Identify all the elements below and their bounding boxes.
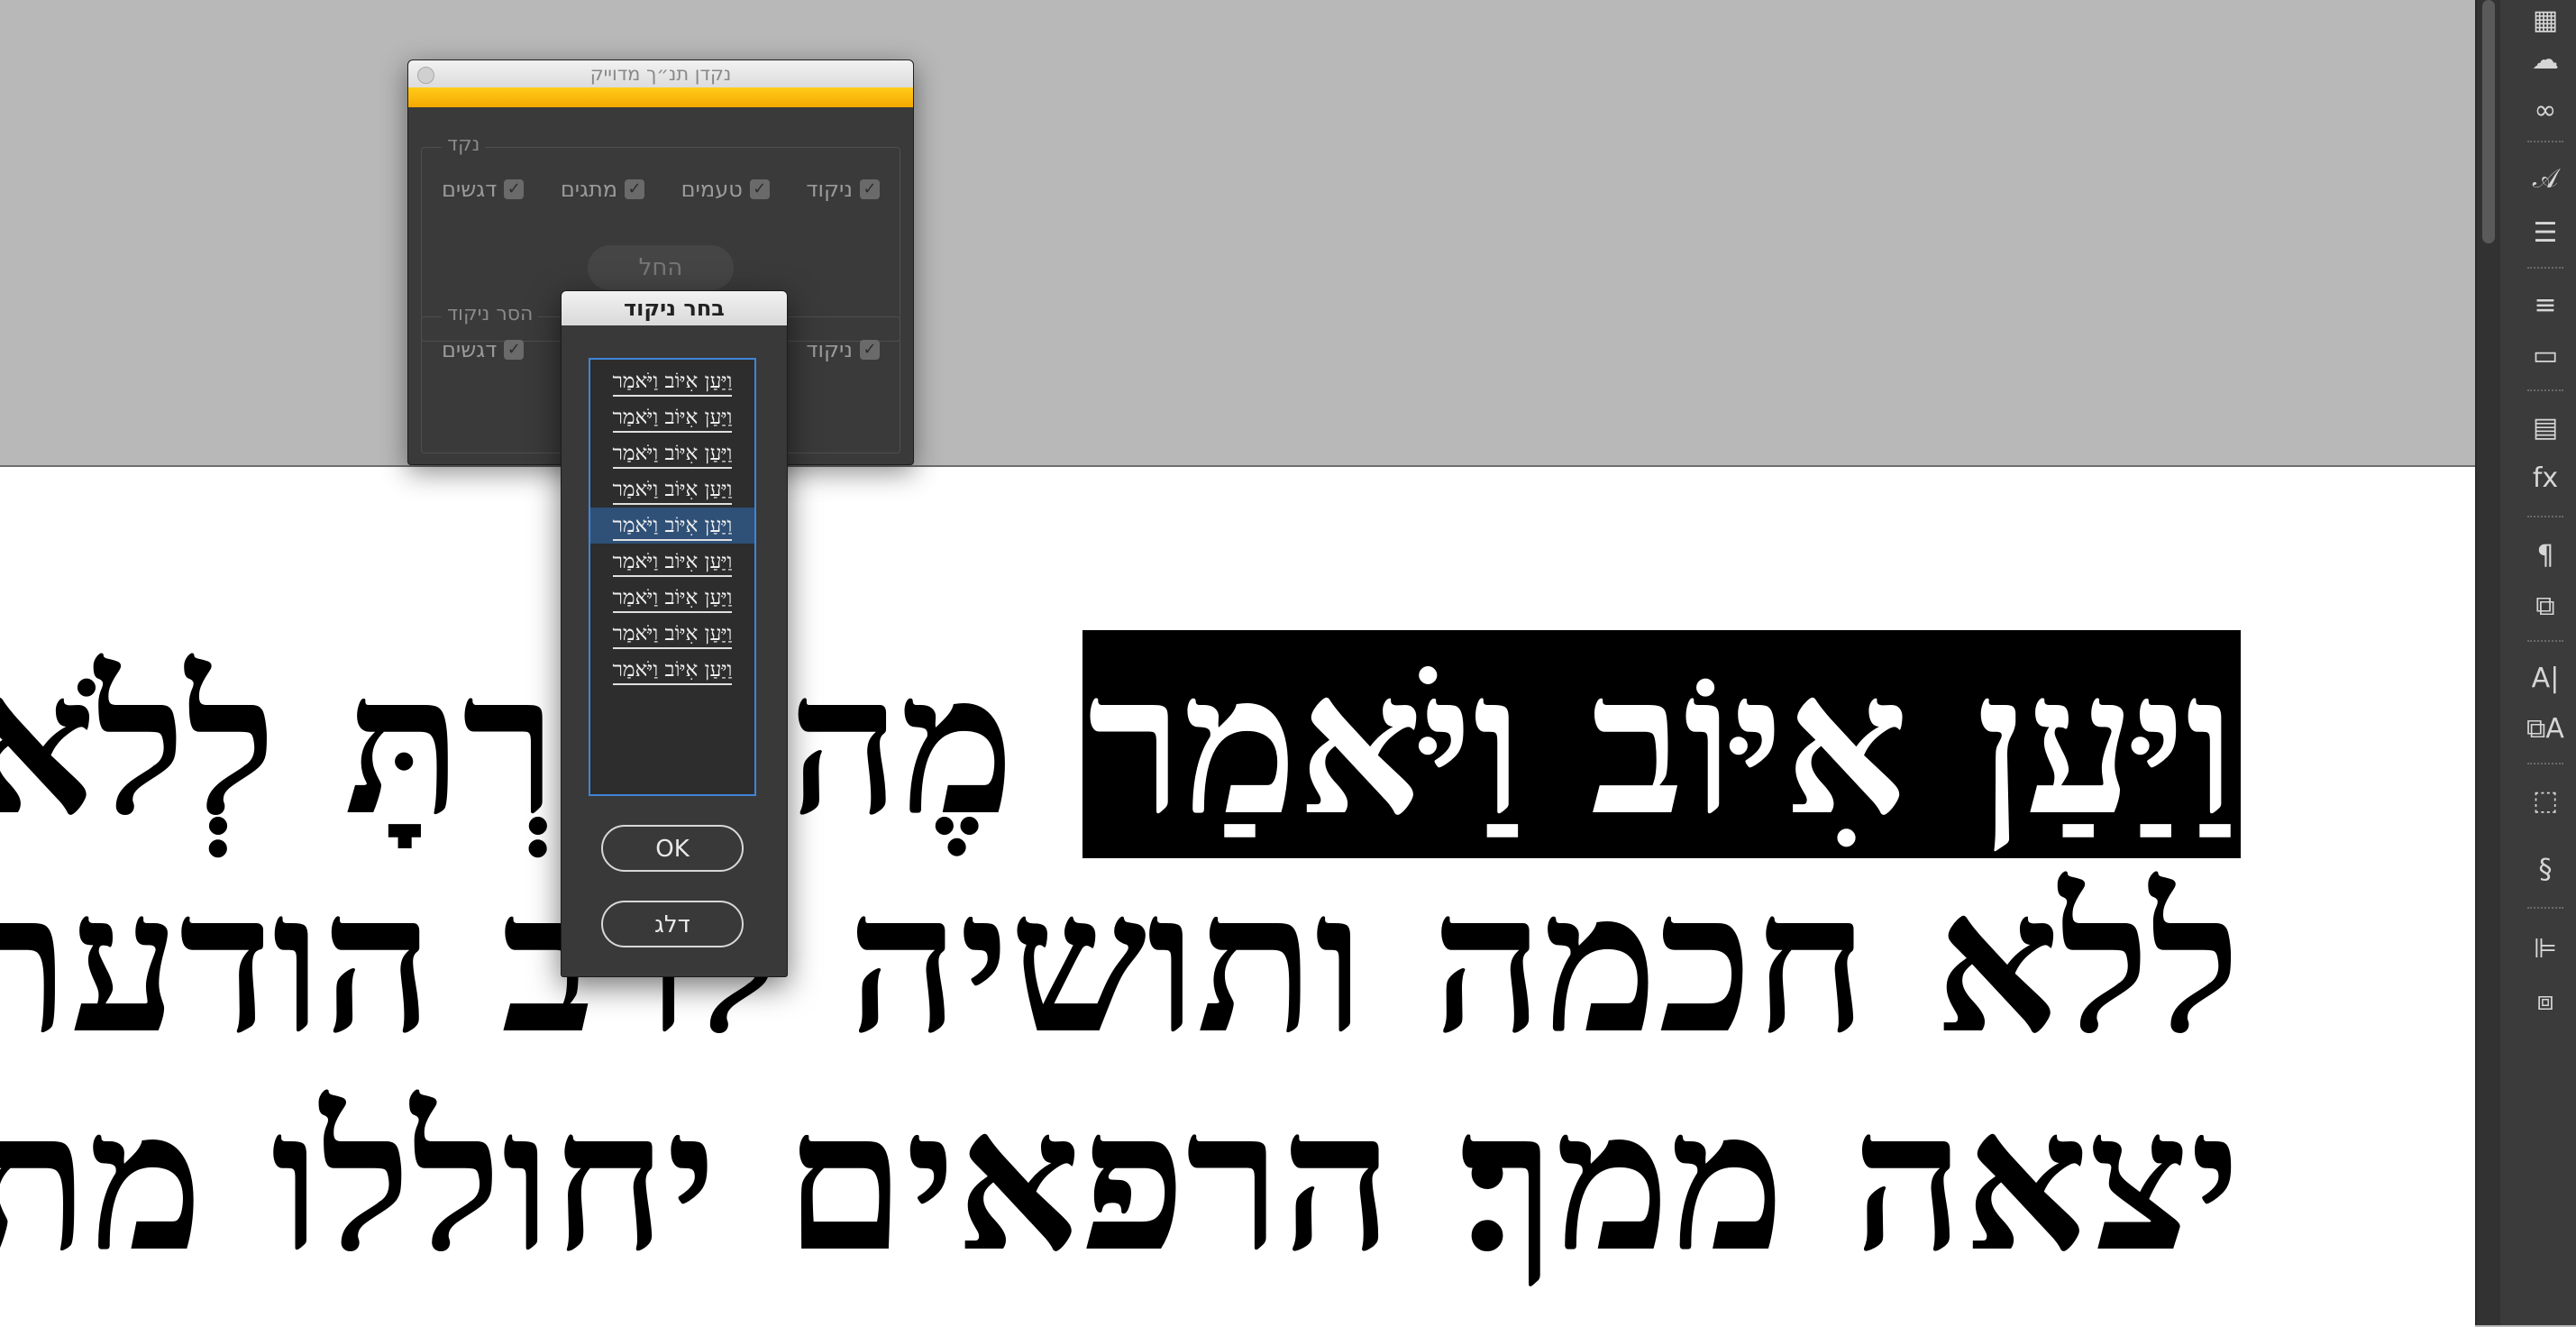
panel-divider <box>2527 516 2563 517</box>
panel-divider <box>2527 907 2563 909</box>
nikud-option[interactable]: וַיַּעַן אִיּוֹב וַיֹּאמַר <box>590 363 754 399</box>
nikud-dialog-titlebar[interactable]: נקדן תנ״ך מדוייק <box>408 60 913 87</box>
pathfinder-icon[interactable]: ⧈ <box>2520 981 2571 1020</box>
checkmark-icon: ✓ <box>625 179 645 199</box>
checkmark-icon: ✓ <box>860 340 880 360</box>
remove-checkbox-dageshim[interactable]: ✓ דגשים <box>442 337 525 362</box>
panel-divider <box>2527 640 2563 642</box>
paragraph-styles-icon[interactable]: ⧉ <box>2520 586 2571 626</box>
remove-nikud-legend: הסר ניקוד <box>442 303 539 325</box>
checkbox-nikud[interactable]: ✓ ניקוד <box>806 177 880 202</box>
gradient-icon[interactable]: ▭ <box>2520 335 2571 375</box>
checkbox-metagim[interactable]: ✓ מתגים <box>561 177 645 202</box>
ok-button[interactable]: OK <box>601 825 744 872</box>
panel-divider <box>2527 267 2563 269</box>
choose-nikud-dialog: בחר ניקוד וַיַּעַן אִיּוֹב וַיֹּאמַר וַיַ… <box>561 290 788 977</box>
checkbox-dageshim[interactable]: ✓ דגשים <box>442 177 525 202</box>
nikud-option[interactable]: וַיַּעַן אִיּוֹב וַיֹּאמַר <box>590 508 754 544</box>
remove-checkbox-nikud[interactable]: ✓ ניקוד <box>806 337 880 362</box>
close-button[interactable] <box>417 67 434 84</box>
checkmark-icon: ✓ <box>504 179 525 199</box>
scripts-icon[interactable]: § <box>2520 849 2571 889</box>
panel-divider <box>2527 141 2563 142</box>
panel-strip: ▦ ☁ ∞ 𝒜 ☰ ≡ ▭ ▤ fx ¶ ⧉ A| ⧉A ⬚ § ⊫ ⧈ <box>2475 0 2576 1325</box>
nikud-dialog-title: נקדן תנ״ך מדוייק <box>589 63 732 85</box>
accent-bar <box>408 87 913 107</box>
text-wrap-icon[interactable]: ☰ <box>2520 213 2571 252</box>
selected-text[interactable]: וַיַּעַן אִיּוֹב וַיֹּאמַר <box>1082 630 2241 858</box>
nikud-options-list[interactable]: וַיַּעַן אִיּוֹב וַיֹּאמַר וַיַּעַן אִיּו… <box>589 358 756 796</box>
add-nikud-checkbox-row: ✓ דגשים ✓ מתגים ✓ טעמים ✓ ניקוד <box>442 177 880 202</box>
pasteboard <box>0 0 2475 465</box>
nikud-option[interactable]: וַיַּעַן אִיּוֹב וַיֹּאמַר <box>590 616 754 652</box>
text-line-2[interactable]: ללא חכמה ותושיה לרב הודעת׃ את <box>0 865 2241 1059</box>
skip-button[interactable]: דלג <box>601 901 744 947</box>
nikud-option[interactable]: וַיַּעַן אִיּוֹב וַיֹּאמַר <box>590 544 754 580</box>
stroke-icon[interactable]: ≡ <box>2520 285 2571 325</box>
creative-cloud-icon[interactable]: ☁ <box>2520 40 2571 79</box>
nikud-option[interactable]: וַיַּעַן אִיּוֹב וַיֹּאמַר <box>590 580 754 616</box>
checkmark-icon: ✓ <box>504 340 525 360</box>
choose-nikud-title[interactable]: בחר ניקוד <box>562 291 787 325</box>
panel-divider <box>2527 389 2563 391</box>
character-icon[interactable]: A| <box>2520 658 2571 698</box>
nikud-option[interactable]: וַיַּעַן אִיּוֹב וַיֹּאמַר <box>590 399 754 435</box>
text-line-1[interactable]: וַיַּעַן אִיּוֹב וַיֹּאמַר׃ מֶה עָזַרְתָ… <box>0 630 2241 858</box>
add-nikud-legend: נקד <box>442 133 486 156</box>
checkmark-icon: ✓ <box>860 179 880 199</box>
text-line-1-rest[interactable]: ׃ מֶה עָזַרְתָּ לְלֹא כֹחַ הוֹ <box>0 630 1082 858</box>
align-icon[interactable]: ⊫ <box>2520 929 2571 968</box>
swatches-icon[interactable]: ▦ <box>2520 0 2571 40</box>
checkbox-teamim[interactable]: ✓ טעמים <box>681 177 770 202</box>
nikud-option[interactable]: וַיַּעַן אִיּוֹב וַיֹּאמַר <box>590 652 754 688</box>
links-icon[interactable]: ∞ <box>2520 90 2571 130</box>
panel-divider <box>2527 763 2563 764</box>
effects-icon[interactable]: fx <box>2520 458 2571 498</box>
paragraph-icon[interactable]: ¶ <box>2520 535 2571 575</box>
character-styles-alt-icon[interactable]: ⧉A <box>2520 709 2571 748</box>
pages-icon[interactable]: ▤ <box>2520 407 2571 447</box>
apply-button[interactable]: החל <box>588 245 734 290</box>
document-page[interactable]: וַיַּעַן אִיּוֹב וַיֹּאמַר׃ מֶה עָזַרְתָ… <box>0 465 2475 1327</box>
text-line-3[interactable]: יצאה ממך׃ הרפאים יחוללו מתחת מ <box>0 1084 2241 1277</box>
nikud-option[interactable]: וַיַּעַן אִיּוֹב וַיֹּאמַר <box>590 471 754 508</box>
panel-scroll-thumb[interactable] <box>2482 0 2495 243</box>
nikud-option[interactable]: וַיַּעַן אִיּוֹב וַיֹּאמַר <box>590 435 754 471</box>
object-styles-icon[interactable]: ⬚ <box>2520 781 2571 820</box>
checkmark-icon: ✓ <box>749 179 770 199</box>
panel-scrollbar[interactable] <box>2477 0 2500 1325</box>
character-styles-icon[interactable]: 𝒜 <box>2520 159 2571 198</box>
